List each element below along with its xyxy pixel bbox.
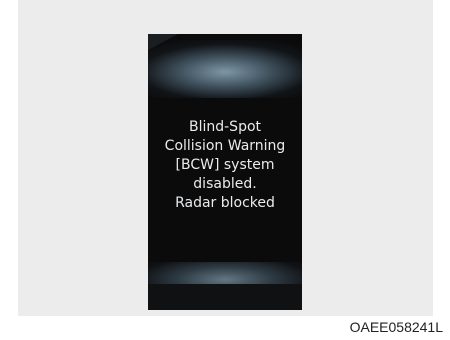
- message-line-2: Collision Warning: [164, 138, 286, 154]
- message-line-4: disabled.: [193, 176, 257, 192]
- message-line-5: Radar blocked: [175, 195, 275, 211]
- display-bottom-strip: [148, 284, 302, 310]
- message-line-3: [BCW] system: [175, 157, 275, 173]
- figure-code: OAEE058241L: [349, 319, 443, 335]
- corner-notch: [148, 34, 178, 50]
- cluster-display-screen: Blind-Spot Collision Warning [BCW] syste…: [148, 34, 302, 310]
- message-line-1: Blind-Spot: [188, 119, 262, 135]
- warning-message: Blind-Spot Collision Warning [BCW] syste…: [148, 118, 302, 213]
